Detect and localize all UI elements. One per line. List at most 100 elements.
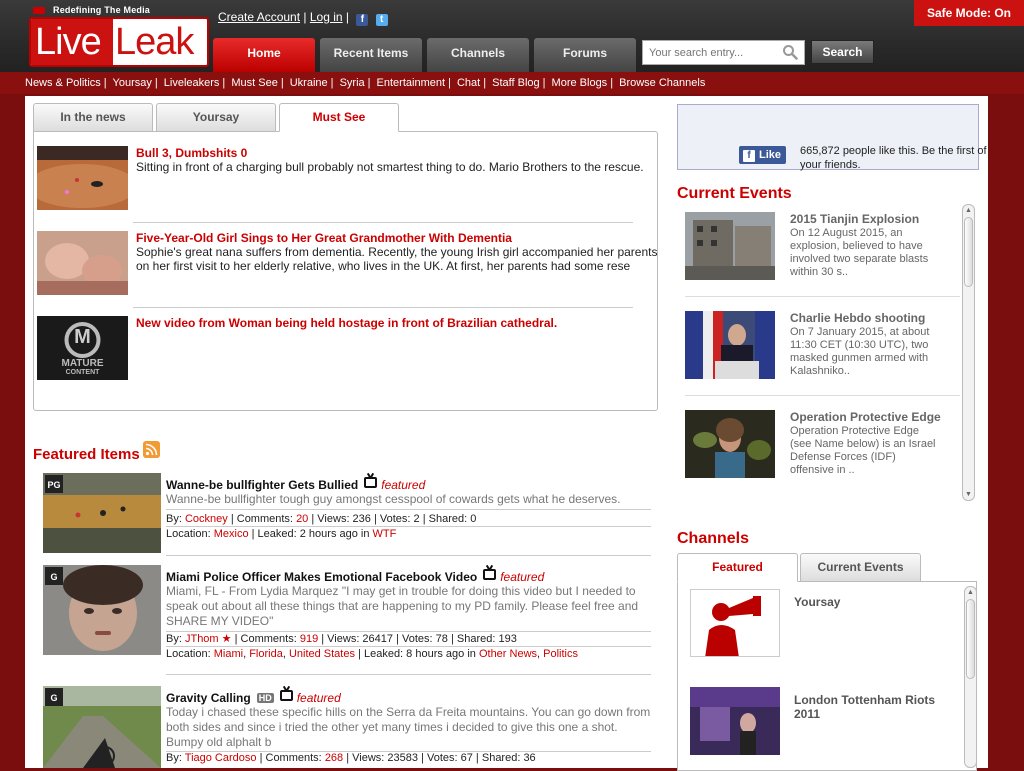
featured-item[interactable]: PG Wanne-be bullfighter Gets Bullied feat… [43,473,653,558]
featured-item[interactable]: G Gravity Calling HD featured Today i chas… [43,686,653,768]
featured-stats: By: Cockney | Comments: 20 | Views: 236 … [166,513,477,525]
tab-must-see[interactable]: Must See [279,103,399,132]
scroll-thumb[interactable] [964,217,973,287]
nav-recent-items[interactable]: Recent Items [320,38,422,72]
subnav-ukraine[interactable]: Ukraine [290,77,328,89]
location-link[interactable]: Mexico [214,528,249,540]
event-thumbnail[interactable] [685,212,775,280]
nav-home[interactable]: Home [213,38,315,72]
facebook-widget: f Like 665,872 people like this. Be the f… [677,104,987,171]
category-link[interactable]: WTF [373,528,397,540]
twitter-icon[interactable]: t [375,14,388,26]
sidebar: f Like 665,872 people like this. Be the f… [668,96,988,771]
subnav-syria[interactable]: Syria [340,77,365,89]
news-thumbnail[interactable] [37,146,128,210]
author-link[interactable]: JThom [185,633,219,645]
featured-thumbnail[interactable]: PG [43,473,161,553]
subnav-yoursay[interactable]: Yoursay [113,77,152,89]
news-thumbnail[interactable] [37,231,128,295]
location-link[interactable]: Florida [249,648,283,660]
scroll-up-icon[interactable]: ▲ [966,588,975,597]
comments-link[interactable]: 268 [325,752,343,764]
search-input[interactable] [642,40,805,65]
subnav-must-see[interactable]: Must See [231,77,277,89]
rating-badge: G [45,688,63,706]
list-item[interactable]: Bull 3, Dumbshits 0 Sitting in front of … [37,146,644,216]
channel-name[interactable]: Yoursay [794,595,944,609]
list-item[interactable]: Five-Year-Old Girl Sings to Her Great Gr… [37,231,657,301]
location-link[interactable]: Miami [214,648,243,660]
featured-thumbnail[interactable]: G [43,686,161,768]
news-description: Sophie's great nana suffers from dementi… [136,245,658,273]
event-title[interactable]: 2015 Tianjin Explosion [790,212,919,226]
must-see-list: Bull 3, Dumbshits 0 Sitting in front of … [33,131,658,411]
channel-name[interactable]: London Tottenham Riots 2011 [794,693,944,721]
scroll-thumb[interactable] [966,599,975,679]
scroll-up-icon[interactable]: ▲ [964,206,973,215]
featured-thumbnail[interactable]: G [43,565,161,655]
event-title[interactable]: Charlie Hebdo shooting [790,311,925,325]
featured-title-link[interactable]: Gravity Calling [166,691,251,705]
search-icon[interactable] [782,44,798,60]
safe-mode-toggle[interactable]: Safe Mode: On [914,0,1024,26]
news-title[interactable]: New video from Woman being held hostage … [136,316,557,330]
event-thumbnail[interactable] [685,410,775,478]
liveleak-logo[interactable]: Redefining The Media Live Leak [29,5,209,67]
news-title[interactable]: Five-Year-Old Girl Sings to Her Great Gr… [136,231,512,245]
comments-link[interactable]: 20 [296,513,308,525]
mature-letter: M [74,326,91,348]
featured-item[interactable]: G Miami Police Officer Makes Emotional F… [43,565,653,675]
list-item[interactable]: M MATURE CONTENT New video from Woman be… [37,316,637,386]
nav-forums[interactable]: Forums [534,38,636,72]
channel-thumbnail[interactable] [690,687,780,755]
list-item[interactable]: Yoursay [690,589,950,659]
tv-icon [483,569,497,580]
news-title[interactable]: Bull 3, Dumbshits 0 [136,146,247,160]
tv-icon [364,477,378,488]
subnav-browse-channels[interactable]: Browse Channels [619,77,705,89]
subnav-news-politics[interactable]: News & Politics [25,77,101,89]
nav-channels[interactable]: Channels [427,38,529,72]
event-description: On 12 August 2015, an explosion, believe… [790,227,929,278]
current-events-scrollbar[interactable]: ▲ ▼ [962,204,975,501]
author-link[interactable]: Tiago Cardoso [185,752,257,764]
scroll-down-icon[interactable]: ▼ [964,490,973,499]
create-account-link[interactable]: Create Account [218,10,300,24]
category-link[interactable]: Other News [479,648,537,660]
featured-description: Wanne-be bullfighter tough guy amongst c… [166,492,621,506]
subnav-staff-blog[interactable]: Staff Blog [492,77,540,89]
mature-content-thumbnail[interactable]: M MATURE CONTENT [37,316,128,380]
login-link[interactable]: Log in [310,10,343,24]
event-thumbnail[interactable] [685,311,775,379]
channel-thumbnail[interactable] [690,589,780,657]
facebook-icon[interactable]: f [356,14,369,26]
category-link[interactable]: Politics [543,648,578,660]
tab-in-the-news[interactable]: In the news [33,103,153,132]
subnav-entertainment[interactable]: Entertainment [377,77,445,89]
featured-title-link[interactable]: Wanne-be bullfighter Gets Bullied [166,478,358,492]
tab-current-events[interactable]: Current Events [800,553,921,582]
subnav-chat[interactable]: Chat [457,77,480,89]
tab-featured[interactable]: Featured [677,553,798,582]
list-item[interactable]: London Tottenham Riots 2011 [690,687,950,757]
logo-leak-text: Leak [115,21,194,63]
list-item[interactable]: Charlie Hebdo shooting On 7 January 2015… [685,303,965,402]
current-events-heading: Current Events [677,185,792,202]
list-item[interactable]: 2015 Tianjin Explosion On 12 August 2015… [685,204,965,303]
search-button[interactable]: Search [811,40,874,64]
list-item[interactable]: Operation Protective Edge Operation Prot… [685,402,965,500]
author-link[interactable]: Cockney [185,513,228,525]
featured-title-link[interactable]: Miami Police Officer Makes Emotional Fac… [166,570,477,584]
subnav-liveleakers[interactable]: Liveleakers [164,77,220,89]
location-link[interactable]: United States [289,648,355,660]
divider [685,296,960,297]
event-title[interactable]: Operation Protective Edge [790,410,941,424]
featured-label: featured [500,570,545,584]
rss-icon[interactable] [143,441,160,458]
comments-link[interactable]: 919 [300,633,318,645]
channels-scrollbar[interactable]: ▲ [964,586,977,768]
subnav-more-blogs[interactable]: More Blogs [552,77,608,89]
facebook-like-button[interactable]: f Like [739,146,786,164]
tab-yoursay[interactable]: Yoursay [156,103,276,132]
featured-label: featured [381,478,426,492]
